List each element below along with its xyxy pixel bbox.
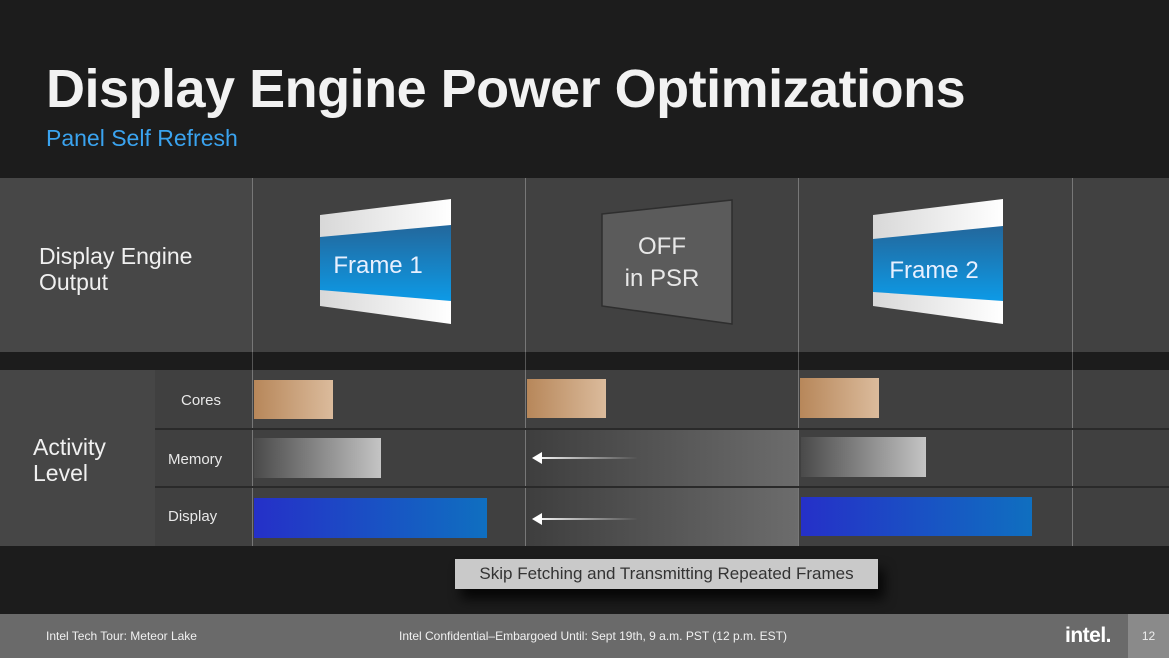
psr-off-panel: OFF in PSR [601,199,733,325]
row-label-cores: Cores [181,392,222,409]
off-label: OFF [638,233,686,260]
display-idle-region [526,488,798,546]
memory-bar-frame-1 [254,438,381,478]
frame-1-label: Frame 1 [333,252,422,279]
activity-label: Activity Level [33,434,106,486]
callout-box: Skip Fetching and Transmitting Repeated … [455,559,878,589]
gap-divider [1072,352,1073,370]
display-bar-frame-2 [801,497,1032,536]
frame-1-monitor: Frame 1 [320,199,451,324]
cores-bar-psr [527,379,606,418]
page-title: Display Engine Power Optimizations [46,59,966,119]
arrow-left-icon [532,452,638,464]
frame-2-monitor: Frame 2 [873,199,1003,324]
frame-2-label: Frame 2 [889,257,978,284]
gap-divider [252,352,253,370]
cores-bar-frame-1 [254,380,333,419]
arrow-left-icon [532,513,638,525]
page-number: 12 [1128,614,1169,658]
page-subtitle: Panel Self Refresh [46,125,238,151]
frames-diagram: Frame 1 OFF in PSR Frame 2 [320,199,1003,325]
display-bar-frame-1 [254,498,487,538]
memory-bar-frame-2 [801,437,926,477]
intel-logo: intel. [1065,624,1112,647]
footer-event: Intel Tech Tour: Meteor Lake [46,629,197,643]
gap-divider [798,352,799,370]
gap-divider [525,352,526,370]
footer-confidential: Intel Confidential–Embargoed Until: Sept… [399,629,787,643]
in-psr-label: in PSR [625,265,700,292]
cores-bar-frame-2 [800,378,879,418]
row-label-memory: Memory [168,451,223,468]
row-label-display: Display [168,508,218,525]
